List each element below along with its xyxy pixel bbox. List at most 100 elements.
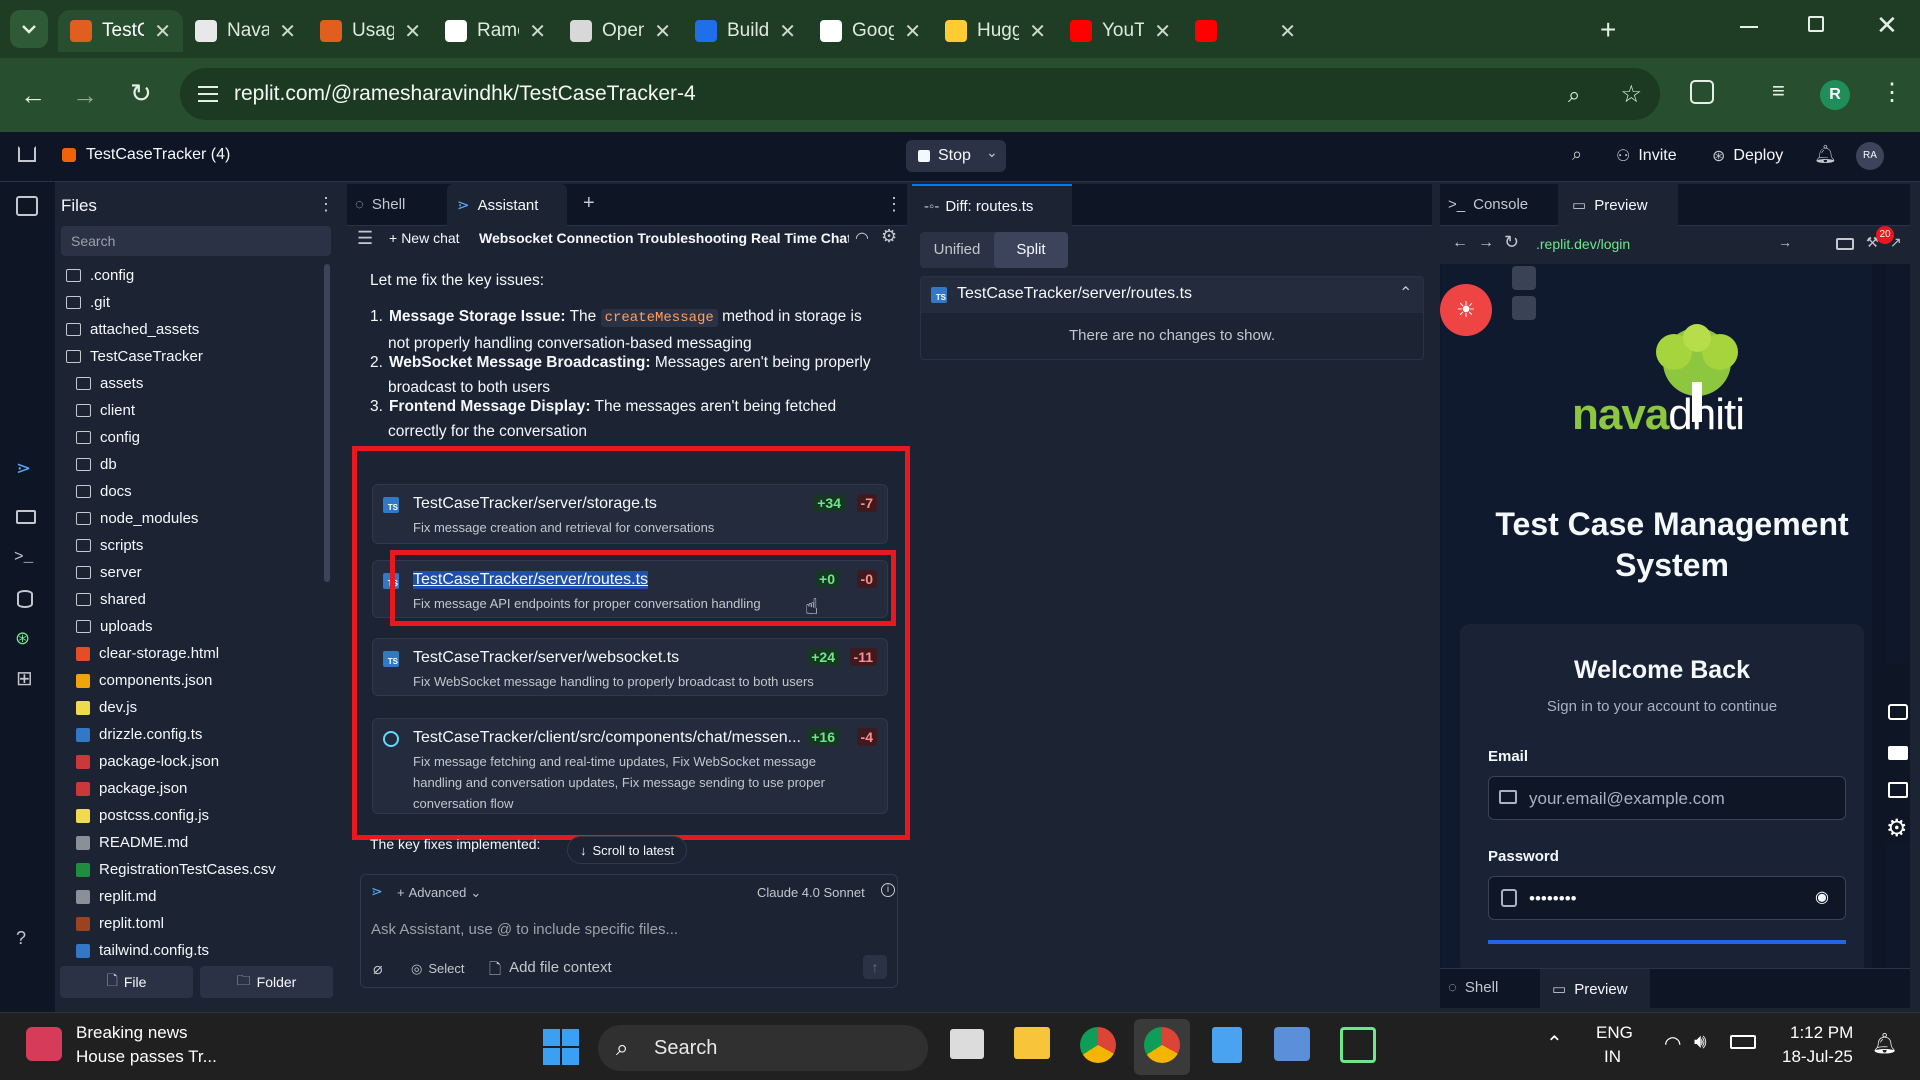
add-context-button[interactable]: 🗋︎ Add file context <box>489 959 612 984</box>
help-icon[interactable]: ? <box>16 928 26 949</box>
wifi-icon[interactable]: ◠ <box>1664 1031 1681 1056</box>
send-button[interactable]: ↑ <box>863 955 887 979</box>
snipping-icon[interactable] <box>1340 1027 1376 1063</box>
reload-icon[interactable]: ↻ <box>1504 232 1519 253</box>
more-menu-icon[interactable]: ⋮ <box>1880 78 1904 107</box>
browser-tab[interactable]: ✕ <box>1183 10 1308 52</box>
database-icon[interactable] <box>17 590 33 608</box>
expand-icon[interactable] <box>1512 296 1536 320</box>
windows-start-icon[interactable] <box>543 1029 579 1065</box>
file-tree-item[interactable]: drizzle.config.ts <box>60 721 340 748</box>
project-name[interactable]: TestCaseTracker (4) <box>86 146 230 164</box>
move-icon[interactable] <box>1512 266 1536 290</box>
user-avatar[interactable]: RA <box>1856 142 1884 170</box>
extensions-icon[interactable] <box>1690 80 1714 104</box>
advanced-dropdown[interactable]: + Advanced ⌄ <box>397 885 481 901</box>
notepad-icon[interactable] <box>1212 1027 1242 1063</box>
bookmark-star-icon[interactable]: ☆ <box>1620 80 1642 109</box>
tab-diff[interactable]: -◦- Diff: routes.ts <box>912 184 1072 226</box>
file-tree-item[interactable]: replit.md <box>60 883 340 910</box>
deploy-button[interactable]: ⊛ Deploy <box>1712 146 1783 166</box>
close-tab-icon[interactable]: ✕ <box>529 19 546 44</box>
close-tab-icon[interactable]: ✕ <box>904 19 921 44</box>
file-explorer-icon[interactable] <box>1014 1027 1050 1059</box>
browser-tab[interactable]: Hugg ✕ <box>933 10 1058 52</box>
sign-in-button[interactable] <box>1488 940 1846 944</box>
eye-icon[interactable]: ◉ <box>1815 887 1829 907</box>
browser-tab[interactable]: Goog ✕ <box>808 10 933 52</box>
app-icon[interactable] <box>1274 1027 1310 1061</box>
file-tree-item[interactable]: server <box>60 559 340 586</box>
minimize-icon[interactable] <box>1740 26 1758 28</box>
tab-search-button[interactable] <box>10 10 48 48</box>
deploy-tool-icon[interactable]: ⊛ <box>15 628 30 649</box>
email-field[interactable]: your.email@example.com <box>1488 776 1846 820</box>
browser-tab[interactable]: TestC ✕ <box>58 10 183 52</box>
file-tree-item[interactable]: .git <box>60 289 340 316</box>
file-search-input[interactable]: Search <box>61 226 331 256</box>
file-tree-item[interactable]: scripts <box>60 532 340 559</box>
file-tree-item[interactable]: TestCaseTracker <box>60 343 340 370</box>
tab-preview-bottom[interactable]: ▭ Preview <box>1540 969 1650 1009</box>
shell-icon[interactable]: >_ <box>14 548 33 566</box>
file-tree-item[interactable]: package-lock.json <box>60 748 340 775</box>
file-tree-item[interactable]: uploads <box>60 613 340 640</box>
news-title[interactable]: Breaking news <box>76 1023 188 1043</box>
info-icon[interactable]: i <box>881 883 895 897</box>
tab-preview[interactable]: ▭ Preview <box>1558 184 1678 226</box>
file-tree-item[interactable]: client <box>60 397 340 424</box>
notification-icon[interactable]: 🔔︎ <box>1872 1031 1897 1056</box>
file-tree-item[interactable]: assets <box>60 370 340 397</box>
file-tree-item[interactable]: attached_assets <box>60 316 340 343</box>
assistant-input[interactable]: Ask Assistant, use @ to include specific… <box>371 921 678 938</box>
file-tree-item[interactable]: dev.js <box>60 694 340 721</box>
chrome-icon[interactable] <box>1080 1027 1116 1063</box>
more-menu-icon[interactable]: ⋮ <box>317 194 335 215</box>
media-icon[interactable]: ≡ <box>1772 78 1785 104</box>
restore-icon[interactable] <box>1808 16 1824 32</box>
address-bar[interactable]: replit.com/@ramesharavindhk/TestCaseTrac… <box>180 68 1660 120</box>
preview-tool-icon[interactable] <box>16 510 36 524</box>
close-tab-icon[interactable]: ✕ <box>779 19 796 44</box>
back-icon[interactable]: ← <box>1452 234 1468 252</box>
close-tab-icon[interactable]: ✕ <box>1279 19 1296 44</box>
forward-icon[interactable]: → <box>1478 234 1494 252</box>
zoom-icon[interactable]: ⌕ <box>1568 82 1580 108</box>
settings-icon[interactable]: ⚙ <box>881 226 897 247</box>
close-tab-icon[interactable]: ✕ <box>154 19 171 44</box>
go-icon[interactable]: → <box>1778 234 1792 250</box>
browser-tab[interactable]: YouTu ✕ <box>1058 10 1183 52</box>
new-file-button[interactable]: 🗋︎ File <box>60 966 193 998</box>
bell-icon[interactable]: 🔔︎ <box>1814 144 1837 165</box>
tab-shell-bottom[interactable]: ◌ Shell <box>1448 979 1498 996</box>
select-button[interactable]: ◎ Select <box>411 961 464 977</box>
file-tree-item[interactable]: package.json <box>60 775 340 802</box>
chevron-up-icon[interactable]: ⌃ <box>1546 1031 1563 1056</box>
file-tree-item[interactable]: node_modules <box>60 505 340 532</box>
new-folder-button[interactable]: 🗀︎ Folder <box>200 966 333 998</box>
close-window-icon[interactable]: ✕ <box>1876 10 1898 41</box>
browser-tab[interactable]: Naval ✕ <box>183 10 308 52</box>
file-tree-item[interactable]: replit.toml <box>60 910 340 937</box>
back-icon[interactable]: ← <box>20 80 46 111</box>
gear-icon[interactable]: ⚙ <box>1886 814 1908 843</box>
add-tab-button[interactable]: + <box>583 192 595 215</box>
site-settings-icon[interactable] <box>198 86 218 102</box>
file-tree-item[interactable]: RegistrationTestCases.csv <box>60 856 340 883</box>
close-tab-icon[interactable]: ✕ <box>1154 19 1171 44</box>
preview-url[interactable]: .replit.dev/login <box>1536 236 1630 252</box>
file-tree-item[interactable]: config <box>60 424 340 451</box>
taskbar-search[interactable]: ⌕ Search <box>598 1025 928 1071</box>
invite-button[interactable]: ⚇ Invite <box>1616 146 1677 166</box>
file-tree-item[interactable]: docs <box>60 478 340 505</box>
file-tree-item[interactable]: shared <box>60 586 340 613</box>
close-tab-icon[interactable]: ✕ <box>1029 19 1046 44</box>
window-icon[interactable] <box>1888 782 1908 798</box>
chevron-down-icon[interactable]: ⌄ <box>986 144 998 161</box>
scroll-latest-button[interactable]: ↓ Scroll to latest <box>567 836 688 864</box>
camera-icon[interactable] <box>1888 704 1908 720</box>
new-chat-button[interactable]: + New chat <box>389 230 460 246</box>
reload-icon[interactable]: ↻ <box>130 78 152 109</box>
bug-icon[interactable]: ☀︎ <box>1440 284 1492 336</box>
file-tree-item[interactable]: db <box>60 451 340 478</box>
